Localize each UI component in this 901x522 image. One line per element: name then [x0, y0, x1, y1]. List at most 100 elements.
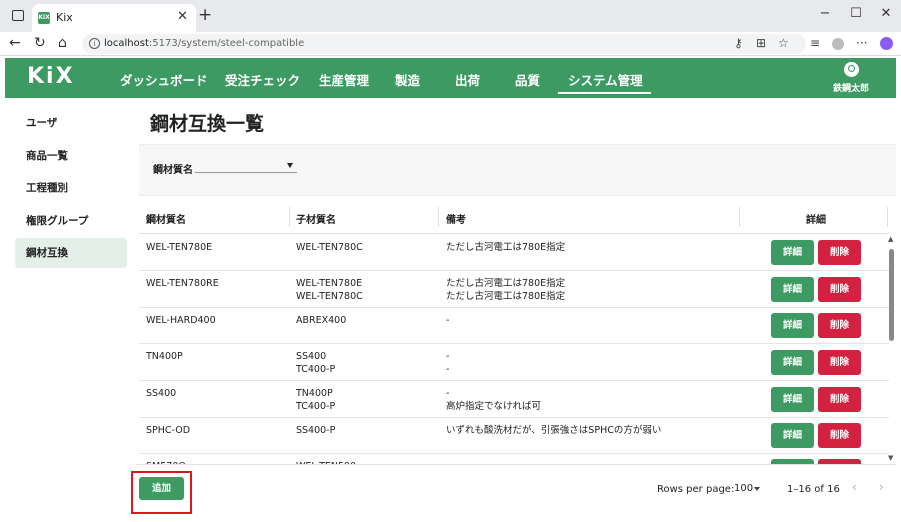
steel-compatible-table: 鋼材質名 子材質名 備考 詳細 WEL-TEN780E WEL-TEN780C ただ… — [139, 202, 889, 464]
child-name-cell: SS400-P — [296, 425, 336, 436]
steel-name-select[interactable] — [195, 159, 297, 173]
nav-quality[interactable]: 品質 — [515, 70, 540, 89]
table-row: SPHC-OD SS400-P いずれも酸洗材だが、引張強さはSPHCの方が弱い 詳細… — [139, 418, 889, 454]
url-path: :5173/system/steel-compatible — [148, 38, 305, 49]
active-nav-indicator — [558, 92, 651, 94]
table-row: WEL-HARD400 ABREX400 - 詳細 削除 — [139, 308, 889, 344]
column-divider — [438, 207, 439, 227]
delete-button[interactable]: 削除 — [818, 240, 861, 265]
browser-tab[interactable]: KIX Kix ✕ — [32, 4, 196, 32]
address-bar-row: ← ↻ ⌂ i localhost:5173/system/steel-comp… — [0, 32, 901, 56]
user-account-icon[interactable] — [844, 62, 859, 77]
column-header-child-name[interactable]: 子材質名 — [296, 211, 336, 226]
delete-button[interactable]: 削除 — [818, 387, 861, 412]
notes-cell: - — [446, 364, 450, 375]
steel-name-cell: SS400 — [146, 388, 177, 399]
more-menu-icon[interactable]: ··· — [856, 36, 867, 50]
column-divider — [887, 207, 888, 227]
app-header: KiX ダッシュボード 受注チェック 生産管理 製造 出荷 品質 システム管理 … — [5, 58, 896, 98]
nav-system-admin[interactable]: システム管理 — [568, 70, 643, 89]
table-header: 鋼材質名 子材質名 備考 詳細 — [139, 202, 889, 234]
column-divider — [739, 207, 740, 227]
favorite-star-icon[interactable]: ☆ — [778, 36, 789, 50]
notes-cell: - — [446, 315, 450, 326]
child-name-cell: WEL-TEN780C — [296, 242, 363, 253]
reload-icon[interactable]: ↻ — [34, 35, 46, 51]
url-field[interactable]: i localhost:5173/system/steel-compatible… — [82, 34, 806, 54]
column-divider — [289, 207, 290, 227]
sidebar-item-process-types[interactable]: 工程種別 — [15, 173, 127, 203]
table-row: SM570QWEL-TEN590-詳細削除 — [139, 454, 889, 464]
column-header-notes[interactable]: 備考 — [446, 211, 466, 226]
nav-shipping[interactable]: 出荷 — [455, 70, 480, 89]
previous-page-icon[interactable]: ‹ — [852, 480, 857, 494]
scroll-up-arrow-icon[interactable]: ▲ — [888, 235, 893, 243]
notes-cell: 高炉指定でなければ可 — [446, 401, 542, 412]
child-name-cell: TC400-P — [296, 364, 336, 375]
maximize-icon[interactable]: ☐ — [846, 6, 866, 21]
scrollbar-thumb[interactable] — [889, 249, 894, 341]
app-logo[interactable]: KiX — [27, 64, 75, 89]
column-header-steel-name[interactable]: 鋼材質名 — [146, 211, 186, 226]
table-row: WEL-TEN780RE WEL-TEN780E WEL-TEN780C ただし古河電… — [139, 271, 889, 308]
add-button[interactable]: 追加 — [139, 477, 184, 500]
nav-dashboard[interactable]: ダッシュボード — [120, 70, 208, 89]
detail-button[interactable]: 詳細 — [771, 240, 814, 265]
next-page-icon[interactable]: › — [879, 480, 884, 494]
rows-per-page-select[interactable]: 100 — [734, 483, 753, 494]
tab-favicon-icon: KIX — [38, 12, 50, 24]
child-name-cell: WEL-TEN780E — [296, 278, 363, 289]
filter-label: 鋼材質名 — [153, 165, 193, 176]
delete-button[interactable]: 削除 — [818, 423, 861, 448]
table-scrollbar[interactable]: ▲ ▼ — [886, 232, 896, 464]
minimize-icon[interactable]: − — [815, 6, 835, 21]
back-icon[interactable]: ← — [9, 35, 21, 51]
window-menu-icon[interactable] — [12, 10, 24, 21]
pagination-range: 1–16 of 16 — [787, 484, 840, 495]
sidebar-item-steel-compatible[interactable]: 鋼材互換 — [15, 238, 127, 268]
key-icon[interactable]: ⚷ — [734, 36, 743, 50]
child-name-cell: ABREX400 — [296, 315, 347, 326]
close-window-icon[interactable]: ✕ — [876, 6, 896, 21]
sidebar-item-products[interactable]: 商品一覧 — [15, 141, 127, 171]
delete-button[interactable]: 削除 — [818, 350, 861, 375]
detail-button[interactable]: 詳細 — [771, 277, 814, 302]
filter-area: 鋼材質名 — [139, 144, 896, 196]
table-row: SS400 TN400P TC400-P - 高炉指定でなければ可 詳細 削除 — [139, 381, 889, 418]
column-header-detail[interactable]: 詳細 — [806, 211, 826, 226]
tab-title: Kix — [56, 11, 73, 24]
scroll-down-arrow-icon[interactable]: ▼ — [888, 454, 893, 462]
notes-cell: いずれも酸洗材だが、引張強さはSPHCの方が弱い — [446, 425, 662, 436]
table-footer: 追加 Rows per page: 100 1–16 of 16 ‹ › — [131, 464, 896, 516]
app-available-icon[interactable]: ⊞ — [756, 36, 766, 50]
copilot-icon[interactable] — [880, 37, 893, 50]
sidebar-item-users[interactable]: ユーザ — [15, 108, 127, 138]
delete-button[interactable]: 削除 — [818, 313, 861, 338]
sidebar-item-permission-groups[interactable]: 権限グループ — [15, 206, 127, 236]
home-icon[interactable]: ⌂ — [58, 35, 67, 51]
new-tab-icon[interactable]: + — [198, 5, 212, 25]
nav-production[interactable]: 生産管理 — [319, 70, 369, 89]
delete-button[interactable]: 削除 — [818, 277, 861, 302]
user-name[interactable]: 鉄鋼太郎 — [833, 81, 869, 94]
nav-order-check[interactable]: 受注チェック — [225, 70, 300, 89]
detail-button[interactable]: 詳細 — [771, 387, 814, 412]
detail-button[interactable]: 詳細 — [771, 423, 814, 448]
steel-name-cell: WEL-TEN780RE — [146, 278, 219, 289]
notes-cell: ただし古河電工は780E指定 — [446, 291, 566, 302]
steel-name-cell: WEL-TEN780E — [146, 242, 213, 253]
chevron-down-icon[interactable] — [754, 487, 760, 491]
profile-avatar-icon[interactable] — [832, 38, 844, 50]
nav-manufacturing[interactable]: 製造 — [395, 70, 420, 89]
site-info-icon[interactable]: i — [89, 38, 100, 49]
close-tab-icon[interactable]: ✕ — [177, 9, 188, 24]
child-name-cell: TC400-P — [296, 401, 336, 412]
page-title: 鋼材互換一覧 — [150, 113, 265, 135]
notes-cell: - — [446, 351, 450, 362]
favorites-list-icon[interactable]: ≡ — [810, 36, 820, 50]
browser-tab-bar: KIX Kix ✕ + − ☐ ✕ — [0, 0, 901, 32]
child-name-cell: WEL-TEN780C — [296, 291, 363, 302]
table-row: WEL-TEN780E WEL-TEN780C ただし古河電工は780E指定 詳細 削除 — [139, 235, 889, 271]
detail-button[interactable]: 詳細 — [771, 350, 814, 375]
detail-button[interactable]: 詳細 — [771, 313, 814, 338]
